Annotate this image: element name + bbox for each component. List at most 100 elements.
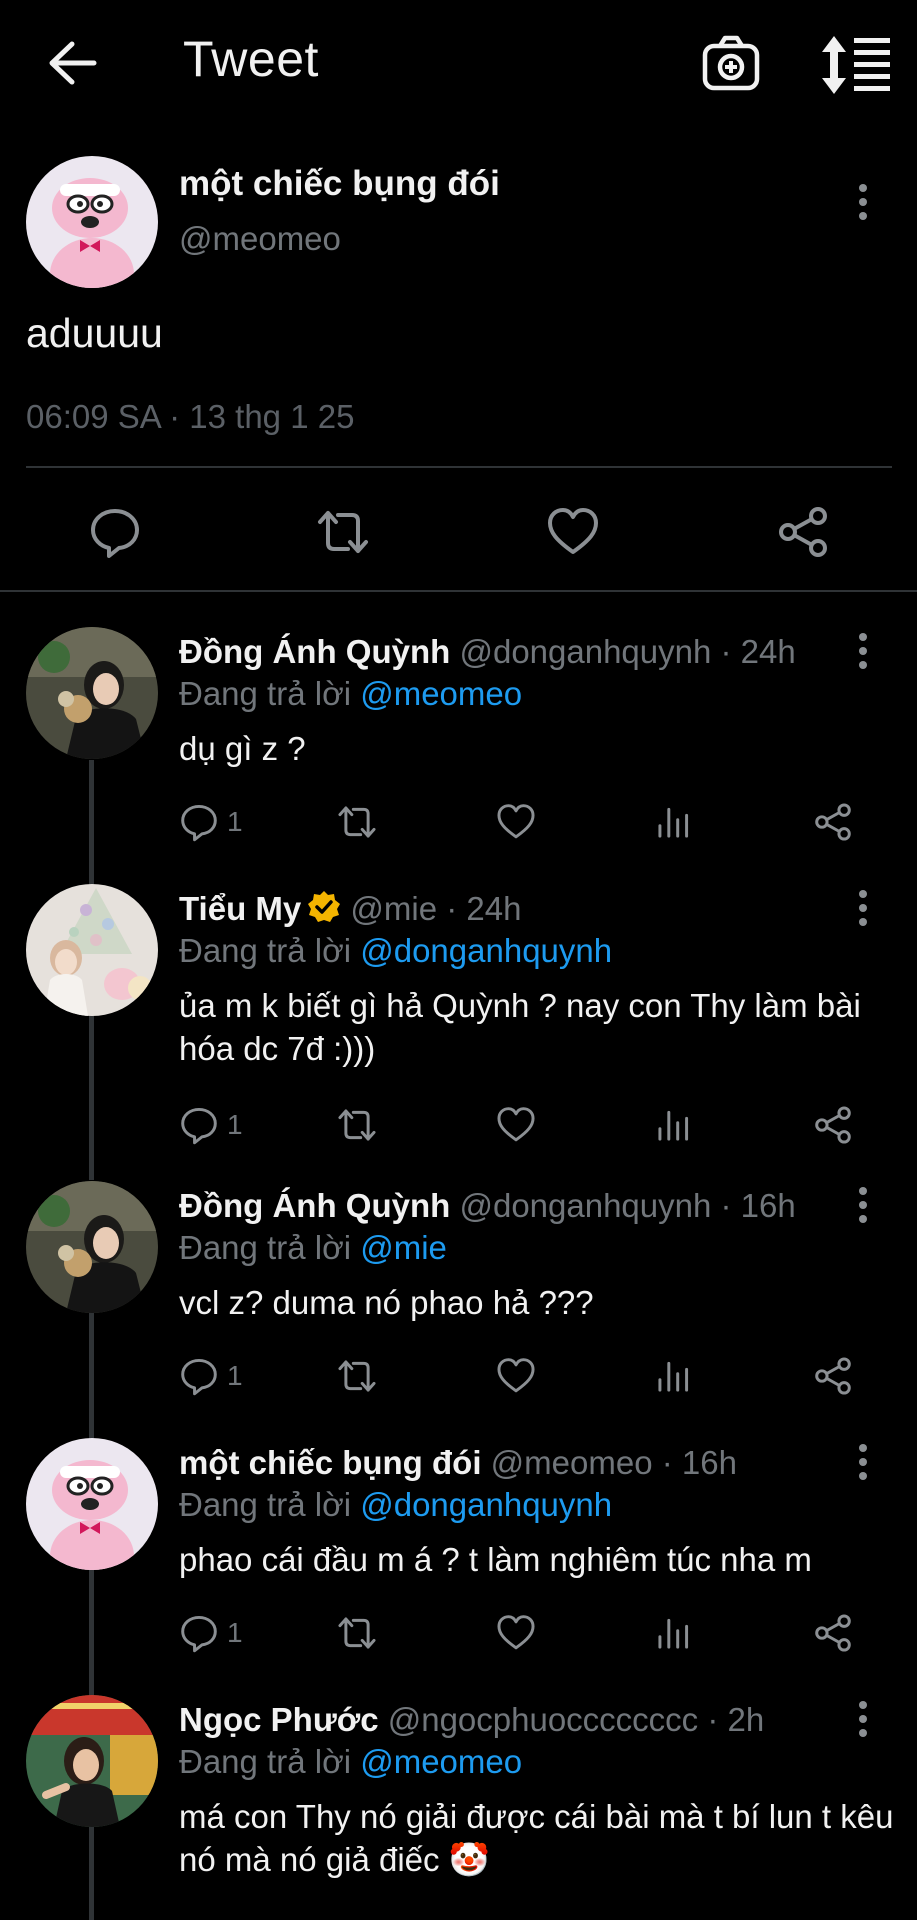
replying-to: Đang trả lời @mie	[179, 1229, 447, 1267]
reply-icon	[181, 1358, 217, 1396]
tweet-timestamp: 06:09 SA · 13 thg 1 25	[26, 398, 355, 435]
share-icon[interactable]	[776, 505, 830, 559]
retweet-button[interactable]	[337, 1351, 377, 1401]
reply-text: phao cái đầu m á ? t làm nghiêm túc nha …	[179, 1541, 812, 1578]
retweet-icon[interactable]	[316, 505, 370, 559]
like-icon	[497, 1358, 535, 1393]
reply-actions: 1	[179, 797, 879, 847]
reply-icon	[181, 1615, 217, 1653]
reply-tweet[interactable]: Ngọc Phước @ngocphuocccccccc · 2h Đang t…	[0, 1695, 917, 1920]
replying-to: Đang trả lời @donganhquynh	[179, 932, 612, 970]
reply-text: má con Thy nó giải được cái bài mà t bí …	[179, 1798, 894, 1878]
author-meta: @donganhquynh · 24h	[450, 633, 796, 670]
mention-link[interactable]: @donganhquynh	[360, 932, 612, 969]
share-icon	[815, 1614, 851, 1652]
reply-tweet[interactable]: một chiếc bụng đói @meomeo · 16h Đang tr…	[0, 1438, 917, 1678]
like-icon	[497, 804, 535, 839]
author-name[interactable]: Ngọc Phước	[179, 1701, 379, 1738]
replying-label: Đang trả lời	[179, 932, 361, 969]
share-button[interactable]	[813, 1351, 853, 1401]
more-options-icon[interactable]	[856, 1701, 870, 1741]
author-handle[interactable]: @meomeo	[179, 220, 341, 258]
like-button[interactable]	[496, 1351, 536, 1401]
views-button[interactable]	[654, 797, 694, 847]
retweet-icon	[338, 1617, 376, 1649]
mention-link[interactable]: @donganhquynh	[360, 1486, 612, 1523]
views-button[interactable]	[654, 1608, 694, 1658]
reply-icon	[181, 1107, 217, 1145]
reply-tweet[interactable]: Tiểu My @mie · 24h Đang trả lời @donganh…	[0, 884, 917, 1164]
retweet-icon	[338, 1109, 376, 1141]
like-button[interactable]	[496, 1100, 536, 1150]
retweet-button[interactable]	[337, 1100, 377, 1150]
reply-button[interactable]: 1	[179, 797, 243, 847]
camera-plus-icon[interactable]	[700, 34, 764, 94]
more-options-icon[interactable]	[856, 890, 870, 930]
mention-link[interactable]: @meomeo	[360, 1743, 522, 1780]
retweet-button[interactable]	[337, 1608, 377, 1658]
replying-to: Đang trả lời @meomeo	[179, 675, 522, 713]
section-divider	[0, 590, 917, 592]
more-options-icon[interactable]	[856, 633, 870, 673]
share-icon	[815, 1106, 851, 1144]
tweet-text: aduuuu	[26, 310, 163, 356]
author-name[interactable]: Đồng Ánh Quỳnh	[179, 1187, 450, 1224]
reply-button[interactable]: 1	[179, 1100, 243, 1150]
author-name[interactable]: một chiếc bụng đói	[179, 1444, 482, 1481]
author-name[interactable]: Đồng Ánh Quỳnh	[179, 633, 450, 670]
retweet-button[interactable]	[337, 797, 377, 847]
author-name[interactable]: một chiếc bụng đói	[179, 164, 500, 204]
reply-header: Ngọc Phước @ngocphuocccccccc · 2h	[179, 1701, 764, 1739]
avatar[interactable]	[26, 884, 158, 1016]
back-arrow-icon[interactable]	[44, 38, 100, 88]
replying-label: Đang trả lời	[179, 1229, 361, 1266]
divider	[26, 466, 892, 468]
reply-text: vcl z? duma nó phao hả ???	[179, 1284, 594, 1321]
retweet-icon	[338, 806, 376, 838]
avatar[interactable]	[26, 1181, 158, 1313]
more-options-icon[interactable]	[856, 1444, 870, 1484]
author-meta: @donganhquynh · 16h	[450, 1187, 796, 1224]
share-button[interactable]	[813, 797, 853, 847]
reply-tweet[interactable]: Đồng Ánh Quỳnh @donganhquynh · 16h Đang …	[0, 1181, 917, 1421]
avatar[interactable]	[26, 1695, 158, 1827]
author-meta: @mie · 24h	[341, 890, 522, 927]
avatar[interactable]	[26, 156, 158, 288]
author-meta: @ngocphuocccccccc · 2h	[378, 1701, 765, 1738]
share-button[interactable]	[813, 1608, 853, 1658]
replying-to: Đang trả lời @meomeo	[179, 1743, 522, 1781]
page-title: Tweet	[183, 31, 319, 87]
share-button[interactable]	[813, 1100, 853, 1150]
views-icon	[658, 1618, 689, 1649]
reply-button[interactable]: 1	[179, 1351, 243, 1401]
like-icon	[497, 1615, 535, 1650]
views-button[interactable]	[654, 1100, 694, 1150]
reply-header: một chiếc bụng đói @meomeo · 16h	[179, 1444, 737, 1482]
reply-count: 1	[227, 1109, 243, 1140]
reply-icon[interactable]	[88, 505, 142, 559]
views-button[interactable]	[654, 1351, 694, 1401]
share-icon	[815, 803, 851, 841]
like-icon[interactable]	[546, 505, 600, 559]
replying-to: Đang trả lời @donganhquynh	[179, 1486, 612, 1524]
like-button[interactable]	[496, 797, 536, 847]
avatar[interactable]	[26, 627, 158, 759]
reply-button[interactable]: 1	[179, 1608, 243, 1658]
more-options-icon[interactable]	[856, 184, 870, 224]
avatar[interactable]	[26, 1438, 158, 1570]
retweet-icon	[338, 1360, 376, 1392]
reply-actions: 1	[179, 1351, 879, 1401]
author-name[interactable]: Tiểu My	[179, 890, 301, 927]
author-meta: @meomeo · 16h	[481, 1444, 737, 1481]
reply-actions: 1	[179, 1608, 879, 1658]
reply-header: Đồng Ánh Quỳnh @donganhquynh · 24h	[179, 633, 796, 671]
sort-replies-icon[interactable]	[820, 34, 892, 96]
more-options-icon[interactable]	[856, 1187, 870, 1227]
like-icon	[497, 1107, 535, 1142]
reply-tweet[interactable]: Đồng Ánh Quỳnh @donganhquynh · 24h Đang …	[0, 627, 917, 867]
replying-label: Đang trả lời	[179, 1743, 361, 1780]
like-button[interactable]	[496, 1608, 536, 1658]
mention-link[interactable]: @mie	[360, 1229, 447, 1266]
mention-link[interactable]: @meomeo	[360, 675, 522, 712]
views-icon	[658, 1110, 689, 1141]
